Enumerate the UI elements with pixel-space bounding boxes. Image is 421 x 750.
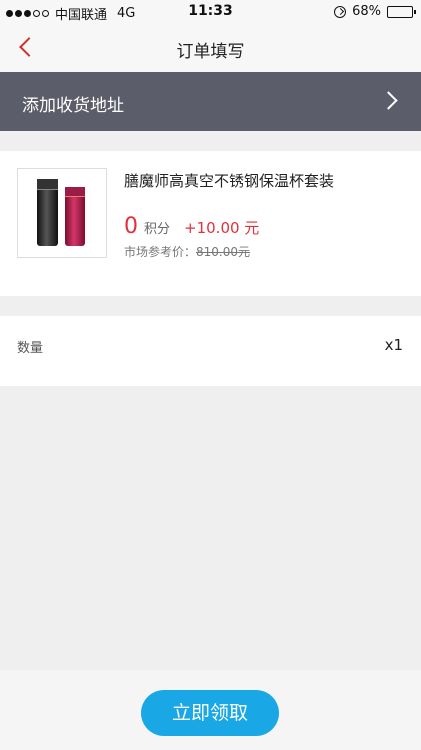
product-name: 膳魔师高真空不锈钢保温杯套装: [124, 172, 335, 190]
black-tumbler-image: [37, 179, 58, 246]
chevron-right-icon: [379, 91, 398, 110]
market-price-label: 市场参考价：: [124, 245, 197, 259]
product-card: 膳魔师高真空不锈钢保温杯套装 0 积分 +10.00 元 市场参考价：810.0…: [0, 151, 421, 296]
quantity-value: x1: [384, 336, 403, 354]
add-address-label: 添加收货地址: [22, 96, 124, 116]
quantity-label: 数量: [17, 341, 44, 356]
page-title: 订单填写: [176, 42, 245, 62]
add-address-row[interactable]: 添加收货地址: [0, 72, 421, 131]
nav-bar: 订单填写: [0, 24, 421, 72]
claim-now-button[interactable]: 立即领取: [141, 690, 279, 736]
points-unit: 积分: [144, 222, 171, 237]
market-price-row: 市场参考价：810.00元: [124, 243, 250, 260]
market-price: 810.00元: [196, 245, 251, 259]
battery-icon: [387, 5, 416, 18]
points-value: 0: [124, 214, 138, 239]
status-bar: 中国联通 4G 11:33 68%: [0, 0, 421, 24]
orientation-lock-icon: [334, 5, 347, 18]
quantity-row: 数量 x1: [0, 316, 421, 386]
price-row: 0 积分 +10.00 元: [124, 214, 259, 239]
product-image: [17, 168, 107, 258]
cash-price: +10.00 元: [184, 219, 260, 237]
red-tumbler-image: [65, 187, 85, 246]
bottom-bar: 立即领取: [0, 670, 421, 750]
battery-percent: 68%: [352, 4, 381, 19]
status-right: 68%: [334, 4, 416, 19]
